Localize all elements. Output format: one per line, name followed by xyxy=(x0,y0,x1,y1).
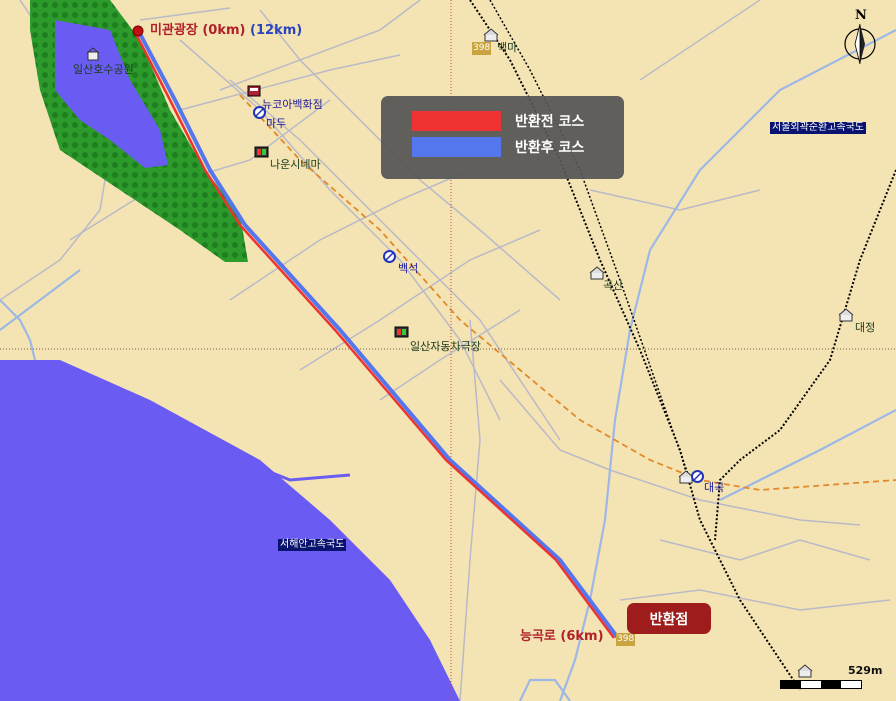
label-west-coast-expressway: 서해안고속국도 xyxy=(278,539,347,551)
label-theater: 일산자동차극장 xyxy=(410,340,481,353)
start-marker[interactable] xyxy=(132,25,144,37)
south-station-icon[interactable] xyxy=(797,664,813,678)
start-label-main: 미관광장 (0km) xyxy=(150,23,246,38)
road-shield-398-south: 398 xyxy=(616,633,636,646)
label-madu: 마두 xyxy=(266,117,287,130)
turnaround-badge[interactable]: 반환점 xyxy=(627,603,711,634)
legend-label-after: 반환후 코스 xyxy=(515,140,585,156)
daejeong-station-icon[interactable] xyxy=(838,308,854,322)
label-daejeong: 대정 xyxy=(855,321,876,334)
department-store-icon[interactable] xyxy=(247,85,261,97)
label-seoul-ring-expressway: 서울외곽순환고속국도 xyxy=(770,122,866,134)
scale-bar xyxy=(780,680,862,689)
label-baekma: 백마 xyxy=(497,41,518,54)
label-baekseok: 백석 xyxy=(398,262,419,275)
baekseok-station-icon[interactable] xyxy=(383,250,396,263)
legend-label-before: 반환전 코스 xyxy=(515,114,585,130)
legend-row-after: 반환후 코스 xyxy=(412,137,584,157)
subway-station-icon[interactable] xyxy=(253,106,266,119)
label-newcore: 뉴코아백화점 xyxy=(262,98,323,111)
legend-swatch-after xyxy=(412,137,501,157)
daegok-subway-icon[interactable] xyxy=(691,470,704,483)
baekma-station-icon[interactable] xyxy=(483,28,499,42)
road-shield-398-north: 398 xyxy=(472,42,492,55)
label-daegok: 대곡 xyxy=(704,481,725,494)
legend-swatch-before xyxy=(412,111,501,131)
end-label: 능곡로 (6km) xyxy=(520,629,604,644)
legend-row-before: 반환전 코스 xyxy=(412,111,584,131)
label-park: 일산호수공원 xyxy=(73,63,134,76)
label-cinema: 나운시네마 xyxy=(270,158,321,171)
label-gogsan: 곡산 xyxy=(603,279,624,292)
start-label-extra: (12km) xyxy=(250,23,303,38)
gogsan-station-icon[interactable] xyxy=(589,266,605,280)
cinema-icon[interactable] xyxy=(254,146,269,158)
theater-icon[interactable] xyxy=(394,326,409,338)
turnaround-label: 반환점 xyxy=(649,611,689,628)
scale-label: 529m xyxy=(848,664,883,677)
compass-icon: N xyxy=(844,8,876,65)
start-label: 미관광장 (0km) (12km) xyxy=(150,23,302,39)
park-icon[interactable] xyxy=(86,47,100,61)
route-legend: 반환전 코스 반환후 코스 xyxy=(381,96,624,179)
compass-north-label: N xyxy=(855,8,867,23)
